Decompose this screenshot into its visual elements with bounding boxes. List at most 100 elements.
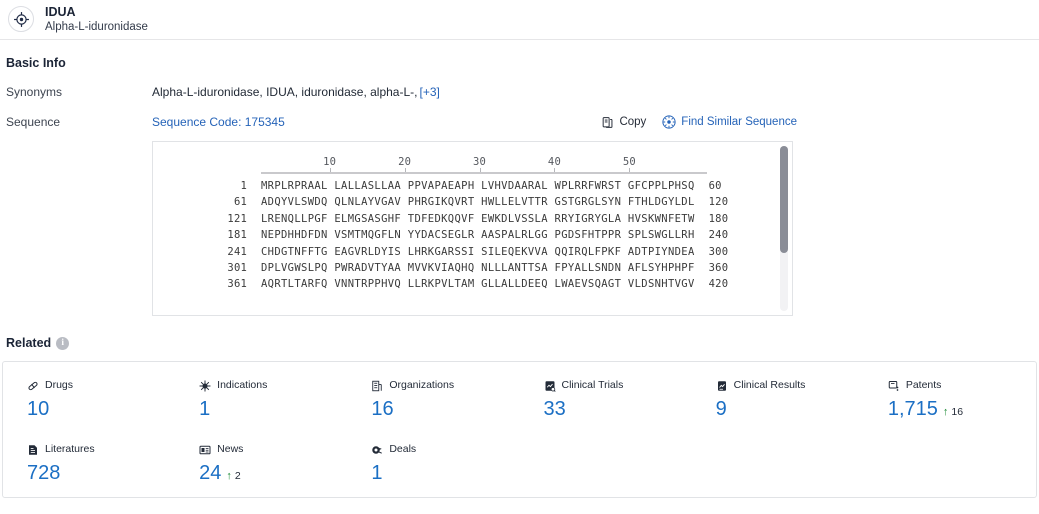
clinical-result-icon <box>716 380 728 392</box>
stat-label: Organizations <box>389 379 455 391</box>
sequence-end-index: 180 <box>708 212 729 225</box>
stat-clinical-trials[interactable]: Clinical Trials 33 <box>520 379 692 421</box>
stat-value[interactable]: 9 <box>716 397 727 421</box>
stat-indications[interactable]: Indications 1 <box>175 379 347 421</box>
stat-patents[interactable]: Patents 1,715 ↑ 16 <box>864 379 1036 421</box>
sequence-start-index: 241 <box>227 245 247 258</box>
stat-header: Indications <box>199 379 347 392</box>
stat-delta-value: 2 <box>234 470 241 482</box>
ruler-tick-mark <box>629 168 631 172</box>
stat-label: Literatures <box>45 443 95 455</box>
copy-button[interactable]: Copy <box>601 114 646 130</box>
ruler-tick-label: 40 <box>547 156 561 168</box>
synonyms-value: Alpha-L-iduronidase, IDUA, iduronidase, … <box>152 85 418 99</box>
stat-news[interactable]: News 24 ↑ 2 <box>175 443 347 485</box>
page-title: IDUA <box>45 4 76 19</box>
stat-value[interactable]: 33 <box>544 397 566 421</box>
sequence-line: 1 MRPLRPRAAL LALLASLLAA PPVAPAEAPH LVHVD… <box>153 178 792 194</box>
stat-header: Literatures <box>27 443 175 456</box>
related-heading-group: Related i <box>0 336 1039 350</box>
sequence-block: Sequence Code: 175345 Copy Find Similar … <box>152 114 1039 316</box>
stat-value[interactable]: 728 <box>27 461 60 485</box>
sequence-scrollbar[interactable] <box>780 146 788 311</box>
synonyms-label: Synonyms <box>6 85 63 99</box>
arrow-up-icon: ↑ <box>942 406 949 418</box>
find-similar-sequence-button[interactable]: Find Similar Sequence <box>662 114 797 130</box>
stat-header: Organizations <box>371 379 519 392</box>
stat-label: Deals <box>389 443 417 455</box>
sequence-start-index: 121 <box>227 212 247 225</box>
stat-label: Clinical Results <box>733 379 806 391</box>
sequence-start-index: 361 <box>227 278 247 291</box>
sequence-end-index: 300 <box>708 245 729 258</box>
stat-value-row: 24 ↑ 2 <box>199 461 347 485</box>
stat-delta-value: 16 <box>951 406 964 418</box>
sequence-residues: LRENQLLPGF ELMGSASGHF TDFEDKQQVF EWKDLVS… <box>261 212 695 225</box>
info-icon[interactable]: i <box>56 336 70 350</box>
stat-value-row: 1 <box>199 397 347 421</box>
sequence-line: 301 DPLVGWSLPQ PWRADVTYAA MVVKVIAQHQ NLL… <box>153 260 792 276</box>
page-header: IDUA Alpha-L-iduronidase <box>0 0 1039 40</box>
stat-organizations[interactable]: Organizations 16 <box>347 379 519 421</box>
sequence-viewer[interactable]: 10 20 30 40 50 1 MRPLRPRAAL LALLASLLAA P… <box>152 141 793 316</box>
find-similar-icon <box>662 115 676 129</box>
sequence-start-index: 1 <box>240 180 247 192</box>
sequence-residues: DPLVGWSLPQ PWRADVTYAA MVVKVIAQHQ NLLLANT… <box>261 262 695 275</box>
stat-delta: ↑ 16 <box>943 406 963 418</box>
stat-value-row: 9 <box>716 397 864 421</box>
synonyms-more-link[interactable]: [+3] <box>419 85 439 99</box>
target-icon <box>8 6 34 32</box>
copy-icon <box>601 116 614 129</box>
news-icon <box>199 444 211 456</box>
pill-icon <box>27 380 39 392</box>
find-similar-label: Find Similar Sequence <box>681 116 797 128</box>
sequence-actions: Copy Find Similar Sequence <box>601 114 797 130</box>
stat-value[interactable]: 10 <box>27 397 49 421</box>
sequence-row: Sequence Sequence Code: 175345 Copy Find… <box>0 114 1039 316</box>
ruler-tick-mark <box>554 168 556 172</box>
ruler-tick-mark <box>479 168 481 172</box>
sequence-end-index: 120 <box>708 196 729 209</box>
sequence-ruler: 10 20 30 40 50 <box>261 156 707 178</box>
stat-value-row: 1 <box>371 461 519 485</box>
stat-value[interactable]: 1 <box>199 397 210 421</box>
ruler-baseline <box>261 172 707 174</box>
sequence-code-link[interactable]: Sequence Code: 175345 <box>152 114 285 130</box>
basic-info-heading: Basic Info <box>6 56 66 70</box>
stat-clinical-results[interactable]: Clinical Results 9 <box>692 379 864 421</box>
stat-value[interactable]: 16 <box>371 397 393 421</box>
stat-deals[interactable]: Deals 1 <box>347 443 519 485</box>
synonyms-row: Synonyms Alpha-L-iduronidase, IDUA, idur… <box>0 84 1039 100</box>
sequence-start-index: 181 <box>227 229 247 242</box>
stat-header: Drugs <box>27 379 175 392</box>
stat-drugs[interactable]: Drugs 10 <box>3 379 175 421</box>
stat-value[interactable]: 1,715 <box>888 397 938 421</box>
sequence-residues: ADQYVLSWDQ QLNLAYVGAV PHRGIKQVRT HWLLELV… <box>261 196 695 209</box>
stat-value[interactable]: 1 <box>371 461 382 485</box>
building-icon <box>371 380 383 392</box>
related-stats-grid: Drugs 10 Indications 1 Organizations 16 … <box>3 379 1036 485</box>
sequence-residues: NEPDHHDFDN VSMTMQGFLN YYDACSEGLR AASPALR… <box>261 229 695 242</box>
stat-label: News <box>217 443 244 455</box>
sequence-scrollbar-thumb[interactable] <box>780 146 788 253</box>
page-subtitle: Alpha-L-iduronidase <box>45 20 148 33</box>
stat-header: News <box>199 443 347 456</box>
virus-icon <box>199 379 211 392</box>
stat-value[interactable]: 24 <box>199 461 221 485</box>
stat-value-row: 33 <box>544 397 692 421</box>
sequence-start-index: 61 <box>233 196 247 209</box>
stat-header: Patents <box>888 379 1036 392</box>
stat-value-row: 1,715 ↑ 16 <box>888 397 1036 421</box>
copy-label: Copy <box>619 116 647 128</box>
stat-literatures[interactable]: Literatures 728 <box>3 443 175 485</box>
sequence-label: Sequence <box>6 115 61 129</box>
sequence-line: 61 ADQYVLSWDQ QLNLAYVGAV PHRGIKQVRT HWLL… <box>153 194 792 210</box>
ruler-tick-label: 50 <box>622 156 636 168</box>
stat-label: Drugs <box>45 379 74 391</box>
stat-value-row: 728 <box>27 461 175 485</box>
sequence-residues: MRPLRPRAAL LALLASLLAA PPVAPAEAPH LVHVDAA… <box>261 180 695 192</box>
related-card: Drugs 10 Indications 1 Organizations 16 … <box>2 361 1037 498</box>
stat-value-row: 16 <box>371 397 519 421</box>
stat-header: Clinical Trials <box>544 379 692 392</box>
sequence-end-index: 240 <box>708 229 729 242</box>
